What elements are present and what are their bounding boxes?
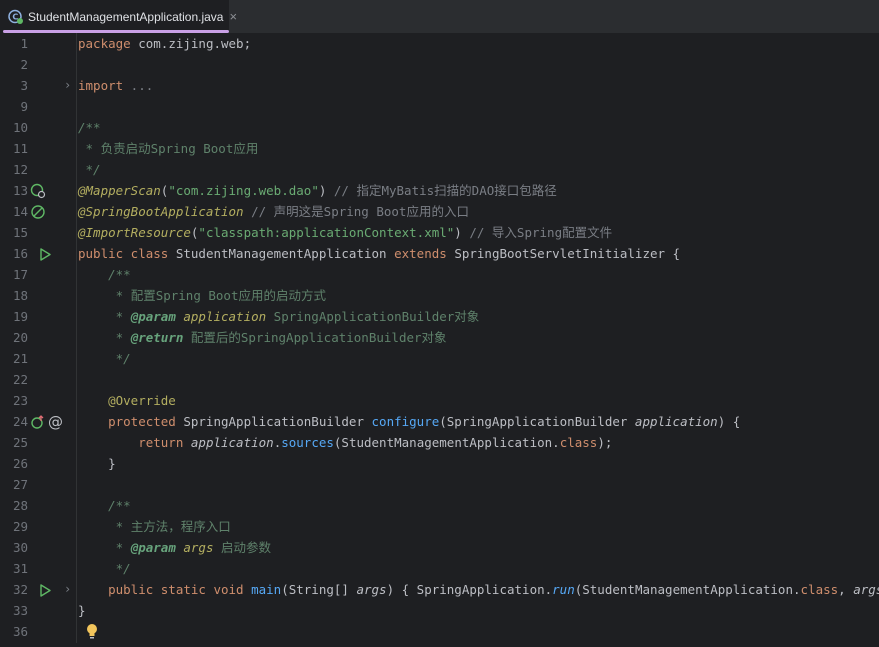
lightbulb-icon[interactable] bbox=[85, 623, 99, 647]
line-number: 21 bbox=[12, 351, 28, 366]
line-number: 32 bbox=[12, 582, 28, 597]
line-number: 2 bbox=[20, 57, 28, 72]
code-line-11: 11 * 负责启动Spring Boot应用 bbox=[0, 138, 879, 159]
code-line-31: 31 */ bbox=[0, 558, 879, 579]
line-number: 9 bbox=[20, 99, 28, 114]
code-line-33: 33 } bbox=[0, 600, 879, 621]
code-line-16: 16 public class StudentManagementApplica… bbox=[0, 243, 879, 264]
line-content: /** bbox=[78, 267, 131, 282]
code-line-10: 10 /** bbox=[0, 117, 879, 138]
code-line-36: 36 bbox=[0, 621, 879, 642]
code-line-29: 29 * 主方法，程序入口 bbox=[0, 516, 879, 537]
line-content: package com.zijing.web; bbox=[78, 36, 252, 51]
line-number: 31 bbox=[12, 561, 28, 576]
line-number: 20 bbox=[12, 330, 28, 345]
line-content: */ bbox=[78, 351, 131, 366]
line-number: 1 bbox=[20, 36, 28, 51]
code-line-9: 9 bbox=[0, 96, 879, 117]
line-number: 23 bbox=[12, 393, 28, 408]
line-content: * 主方法，程序入口 bbox=[78, 519, 231, 534]
code-line-23: 23 @Override bbox=[0, 390, 879, 411]
code-line-1: 1 package com.zijing.web; bbox=[0, 33, 879, 54]
line-number: 19 bbox=[12, 309, 28, 324]
line-number: 22 bbox=[12, 372, 28, 387]
line-content: * 负责启动Spring Boot应用 bbox=[78, 141, 259, 156]
code-line-30: 30 * @param args 启动参数 bbox=[0, 537, 879, 558]
chevron-right-icon[interactable]: › bbox=[64, 579, 71, 600]
line-number: 24 bbox=[12, 414, 28, 429]
code-line-15: 15 @ImportResource("classpath:applicatio… bbox=[0, 222, 879, 243]
line-number: 36 bbox=[12, 624, 28, 639]
line-content: /** bbox=[78, 120, 101, 135]
editor-tab-bar: C StudentManagementApplication.java × bbox=[0, 0, 879, 34]
line-content: * @param args 启动参数 bbox=[78, 540, 272, 555]
line-content: import ... bbox=[78, 78, 154, 93]
code-line-32: 32 › public static void main(String[] ar… bbox=[0, 579, 879, 600]
line-number: 17 bbox=[12, 267, 28, 282]
code-line-27: 27 bbox=[0, 474, 879, 495]
code-line-2: 2 bbox=[0, 54, 879, 75]
code-line-14: 14 @SpringBootApplication // 声明这是Spring … bbox=[0, 201, 879, 222]
line-number: 29 bbox=[12, 519, 28, 534]
line-content: * @return 配置后的SpringApplicationBuilder对象 bbox=[78, 330, 447, 345]
code-line-18: 18 * 配置Spring Boot应用的启动方式 bbox=[0, 285, 879, 306]
chevron-right-icon[interactable]: › bbox=[64, 75, 71, 96]
line-content: */ bbox=[78, 162, 101, 177]
tab-student-management-application[interactable]: C StudentManagementApplication.java × bbox=[0, 0, 237, 33]
close-tab-icon[interactable]: × bbox=[229, 9, 237, 24]
code-line-3: 3 › import ... bbox=[0, 75, 879, 96]
code-line-19: 19 * @param application SpringApplicatio… bbox=[0, 306, 879, 327]
code-line-20: 20 * @return 配置后的SpringApplicationBuilde… bbox=[0, 327, 879, 348]
code-line-28: 28 /** bbox=[0, 495, 879, 516]
line-content: @ImportResource("classpath:applicationCo… bbox=[78, 225, 613, 240]
line-number: 16 bbox=[12, 246, 28, 261]
line-number: 12 bbox=[12, 162, 28, 177]
line-number: 25 bbox=[12, 435, 28, 450]
line-number: 11 bbox=[12, 141, 28, 156]
line-content: @MapperScan("com.zijing.web.dao") // 指定M… bbox=[78, 183, 557, 198]
line-number: 33 bbox=[12, 603, 28, 618]
line-content: public static void main(String[] args) {… bbox=[78, 582, 879, 597]
code-line-21: 21 */ bbox=[0, 348, 879, 369]
code-editor[interactable]: 1 package com.zijing.web; 2 3 › import .… bbox=[0, 33, 879, 643]
line-content: */ bbox=[78, 561, 131, 576]
line-number: 3 bbox=[20, 78, 28, 93]
tab-label: StudentManagementApplication.java bbox=[28, 9, 224, 24]
line-number: 26 bbox=[12, 456, 28, 471]
line-content: public class StudentManagementApplicatio… bbox=[78, 246, 681, 261]
line-number: 15 bbox=[12, 225, 28, 240]
code-line-17: 17 /** bbox=[0, 264, 879, 285]
code-line-26: 26 } bbox=[0, 453, 879, 474]
line-number: 28 bbox=[12, 498, 28, 513]
folded-imports[interactable]: ... bbox=[123, 78, 154, 93]
code-line-12: 12 */ bbox=[0, 159, 879, 180]
line-number: 14 bbox=[12, 204, 28, 219]
code-line-13: 13 @MapperScan("com.zijing.web.dao") // … bbox=[0, 180, 879, 201]
line-number: 30 bbox=[12, 540, 28, 555]
line-number: 27 bbox=[12, 477, 28, 492]
line-content: * @param application SpringApplicationBu… bbox=[78, 309, 480, 324]
line-content: protected SpringApplicationBuilder confi… bbox=[78, 414, 741, 429]
spring-class-icon: C bbox=[8, 9, 23, 24]
code-line-22: 22 bbox=[0, 369, 879, 390]
line-content: } bbox=[78, 456, 116, 471]
line-number: 18 bbox=[12, 288, 28, 303]
code-line-25: 25 return application.sources(StudentMan… bbox=[0, 432, 879, 453]
line-number: 13 bbox=[12, 183, 28, 198]
line-content: } bbox=[78, 603, 86, 618]
line-content: @SpringBootApplication // 声明这是Spring Boo… bbox=[78, 204, 469, 219]
code-line-24: 24 @ protected SpringApplicationBuilder … bbox=[0, 411, 879, 432]
line-content: @Override bbox=[78, 393, 176, 408]
line-number: 10 bbox=[12, 120, 28, 135]
line-content: * 配置Spring Boot应用的启动方式 bbox=[78, 288, 326, 303]
svg-text:@: @ bbox=[48, 413, 63, 430]
line-content: return application.sources(StudentManage… bbox=[78, 435, 613, 450]
line-content: /** bbox=[78, 498, 131, 513]
